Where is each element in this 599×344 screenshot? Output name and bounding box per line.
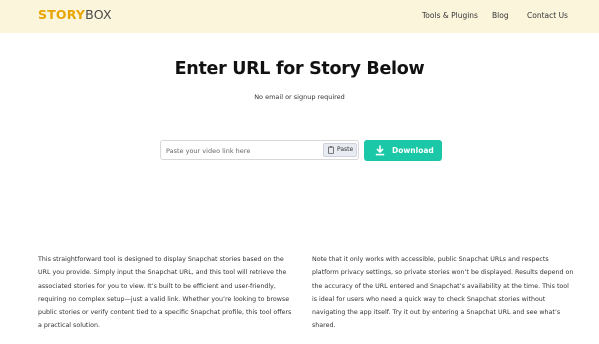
nav-blog[interactable]: Blog bbox=[492, 11, 509, 21]
storybox-logo[interactable]: STORYBOX bbox=[38, 8, 112, 22]
download-button-label: Download bbox=[392, 146, 434, 155]
paste-button-label: Paste bbox=[337, 146, 354, 153]
page-title: Enter URL for Story Below bbox=[174, 59, 425, 79]
description-right: Note that it only works with accessible,… bbox=[312, 256, 574, 330]
video-url-input[interactable] bbox=[166, 145, 316, 156]
site-header: STORYBOX Tools & Plugins Blog Contact Us bbox=[0, 0, 599, 33]
download-arrow-icon bbox=[375, 145, 385, 156]
clipboard-icon bbox=[328, 146, 334, 154]
paste-button[interactable]: Paste bbox=[323, 143, 357, 157]
nav-tools-plugins[interactable]: Tools & Plugins bbox=[422, 11, 478, 21]
description-left: This straightforward tool is designed to… bbox=[38, 256, 292, 330]
url-input-group: Paste bbox=[160, 140, 359, 160]
download-button[interactable]: Download bbox=[364, 140, 442, 161]
logo-box-text: BOX bbox=[85, 7, 112, 22]
page-subtitle: No email or signup required bbox=[254, 93, 345, 101]
nav-contact-us[interactable]: Contact Us bbox=[527, 11, 568, 21]
logo-story-text: STORY bbox=[38, 7, 86, 22]
